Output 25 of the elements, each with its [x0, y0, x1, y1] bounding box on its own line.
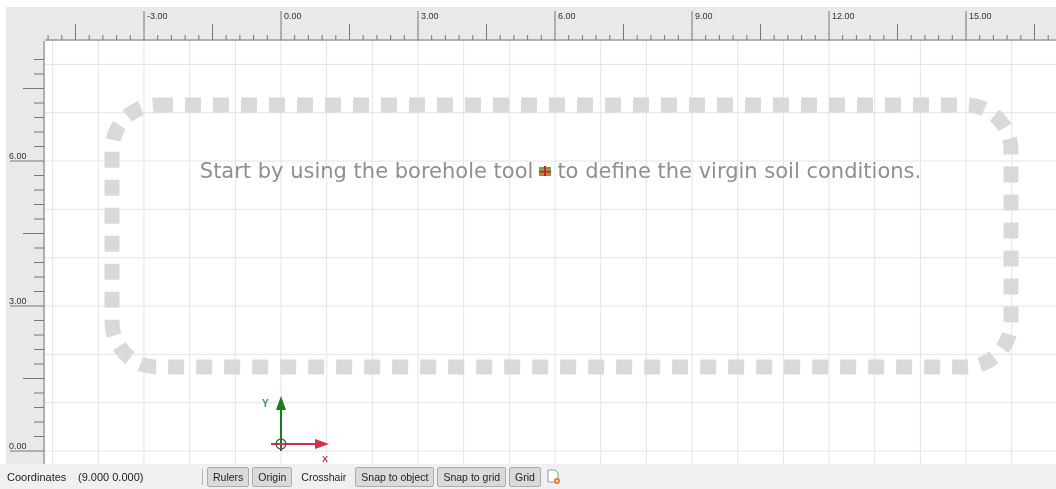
- ruler-label: 0.00: [9, 441, 27, 451]
- document-gear-icon[interactable]: [546, 468, 561, 485]
- hint-text: to define the virgin soil conditions.: [557, 159, 922, 183]
- ruler-label: 3.00: [9, 296, 27, 306]
- ruler-label: 0.00: [284, 11, 302, 21]
- toggle-button[interactable]: Rulers: [207, 466, 250, 487]
- hint-text: Start by using the borehole tool: [199, 159, 534, 183]
- ruler-label: 15.00: [969, 11, 992, 21]
- ruler-label: 6.00: [558, 11, 576, 21]
- toggle-button[interactable]: Origin: [252, 466, 293, 487]
- coordinates-value: (9.000 0.000): [78, 470, 145, 483]
- ruler-label: 12.00: [832, 11, 855, 21]
- axis-label: X: [322, 454, 328, 464]
- coordinates-label: Coordinates: [7, 470, 68, 483]
- toggle-button[interactable]: Grid: [509, 466, 541, 487]
- toggle-button[interactable]: Snap to object: [355, 466, 435, 487]
- box-icon: [539, 166, 552, 176]
- ruler-label: 3.00: [421, 11, 439, 21]
- ruler-label: -3.00: [147, 11, 168, 21]
- toggle-button[interactable]: Snap to grid: [437, 466, 507, 487]
- ruler-label: 6.00: [9, 151, 27, 161]
- ruler-label: 9.00: [695, 11, 713, 21]
- origin-axes-drawing: [270, 396, 329, 452]
- toggle-button[interactable]: Crosshair: [295, 466, 353, 487]
- axis-label: Y: [262, 398, 269, 409]
